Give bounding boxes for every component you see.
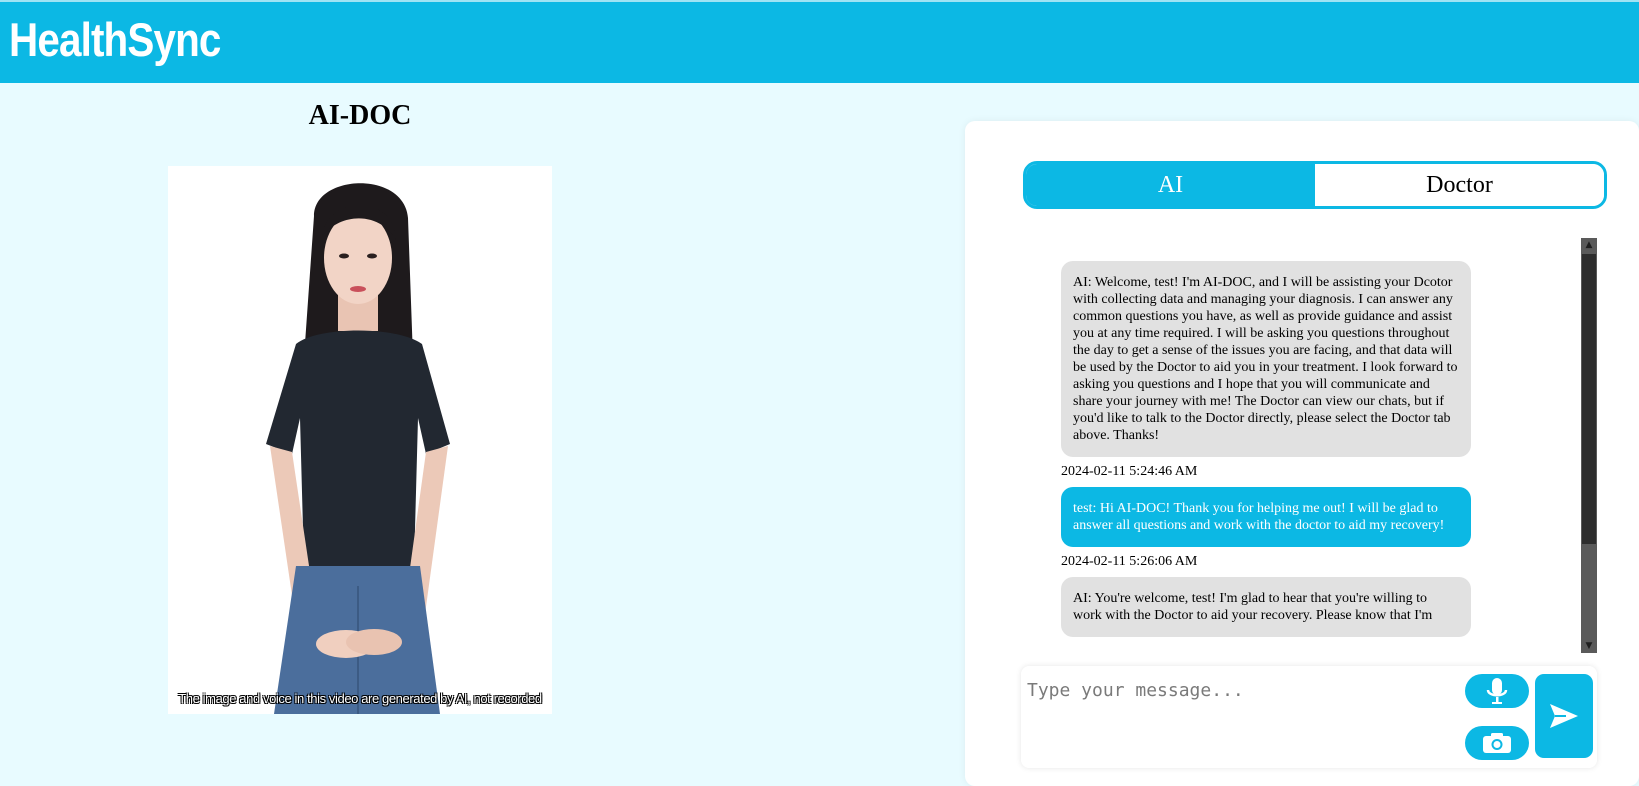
camera-button[interactable]	[1465, 726, 1529, 760]
scroll-up-arrow-icon[interactable]: ▲	[1581, 238, 1597, 252]
chat-tabs: AI Doctor	[1023, 161, 1607, 209]
avatar-figure	[266, 183, 450, 714]
scrollbar-thumb[interactable]	[1582, 254, 1596, 544]
tab-ai[interactable]: AI	[1026, 164, 1315, 206]
camera-icon	[1483, 733, 1511, 753]
tab-doctor[interactable]: Doctor	[1315, 164, 1604, 206]
message-bubble-ai: AI: You're welcome, test! I'm glad to he…	[1061, 577, 1471, 637]
brand-logo[interactable]: HealthSync	[9, 12, 221, 67]
message-input[interactable]	[1021, 676, 1453, 764]
microphone-icon	[1486, 678, 1508, 704]
avatar-video[interactable]: The image and voice in this video are ge…	[168, 166, 552, 714]
send-button[interactable]	[1535, 674, 1593, 758]
send-icon	[1550, 704, 1578, 728]
app-header: HealthSync	[0, 2, 1639, 83]
chat-scrollbar[interactable]: ▲ ▼	[1581, 238, 1597, 653]
message-list[interactable]: AI: Welcome, test! I'm AI-DOC, and I wil…	[1061, 261, 1501, 651]
ai-disclaimer-caption: The image and voice in this video are ge…	[178, 691, 542, 706]
scroll-down-arrow-icon[interactable]: ▼	[1581, 639, 1597, 653]
message-timestamp: 2024-02-11 5:26:06 AM	[1061, 554, 1198, 569]
message-timestamp: 2024-02-11 5:24:46 AM	[1061, 464, 1198, 479]
message-bubble-user: test: Hi AI-DOC! Thank you for helping m…	[1061, 487, 1471, 547]
ai-doc-title: AI-DOC	[308, 100, 412, 131]
chat-panel: AI Doctor AI: Welcome, test! I'm AI-DOC,…	[965, 121, 1639, 786]
voice-input-button[interactable]	[1465, 674, 1529, 708]
message-composer	[1021, 666, 1597, 768]
message-bubble-ai: AI: Welcome, test! I'm AI-DOC, and I wil…	[1061, 261, 1471, 457]
